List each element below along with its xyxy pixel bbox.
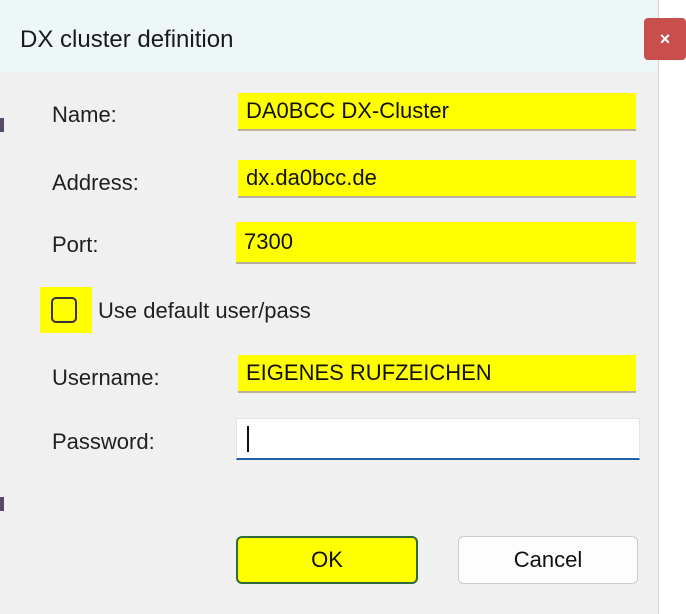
address-field[interactable]: dx.da0bcc.de [238,160,636,198]
password-field[interactable] [236,418,640,460]
password-label: Password: [52,429,155,454]
username-field[interactable]: EIGENES RUFZEICHEN [238,355,636,393]
close-icon: × [659,28,671,49]
text-caret [247,425,249,452]
edge-marker [0,497,4,511]
dx-cluster-dialog: DX cluster definition Name: DA0BCC DX-Cl… [0,0,659,614]
name-field[interactable]: DA0BCC DX-Cluster [238,93,636,131]
cancel-button[interactable]: Cancel [458,536,638,584]
use-default-checkbox[interactable] [51,297,77,323]
address-label: Address: [52,170,139,195]
edge-marker [0,118,4,132]
username-label: Username: [52,365,160,390]
port-field[interactable]: 7300 [236,222,636,264]
background-window [659,0,686,614]
title-bar[interactable]: DX cluster definition [0,0,658,72]
name-label: Name: [52,102,117,127]
window-title: DX cluster definition [20,26,234,53]
use-default-label[interactable]: Use default user/pass [98,298,311,324]
ok-button[interactable]: OK [236,536,418,584]
port-label: Port: [52,232,99,257]
close-button[interactable]: × [644,18,686,60]
